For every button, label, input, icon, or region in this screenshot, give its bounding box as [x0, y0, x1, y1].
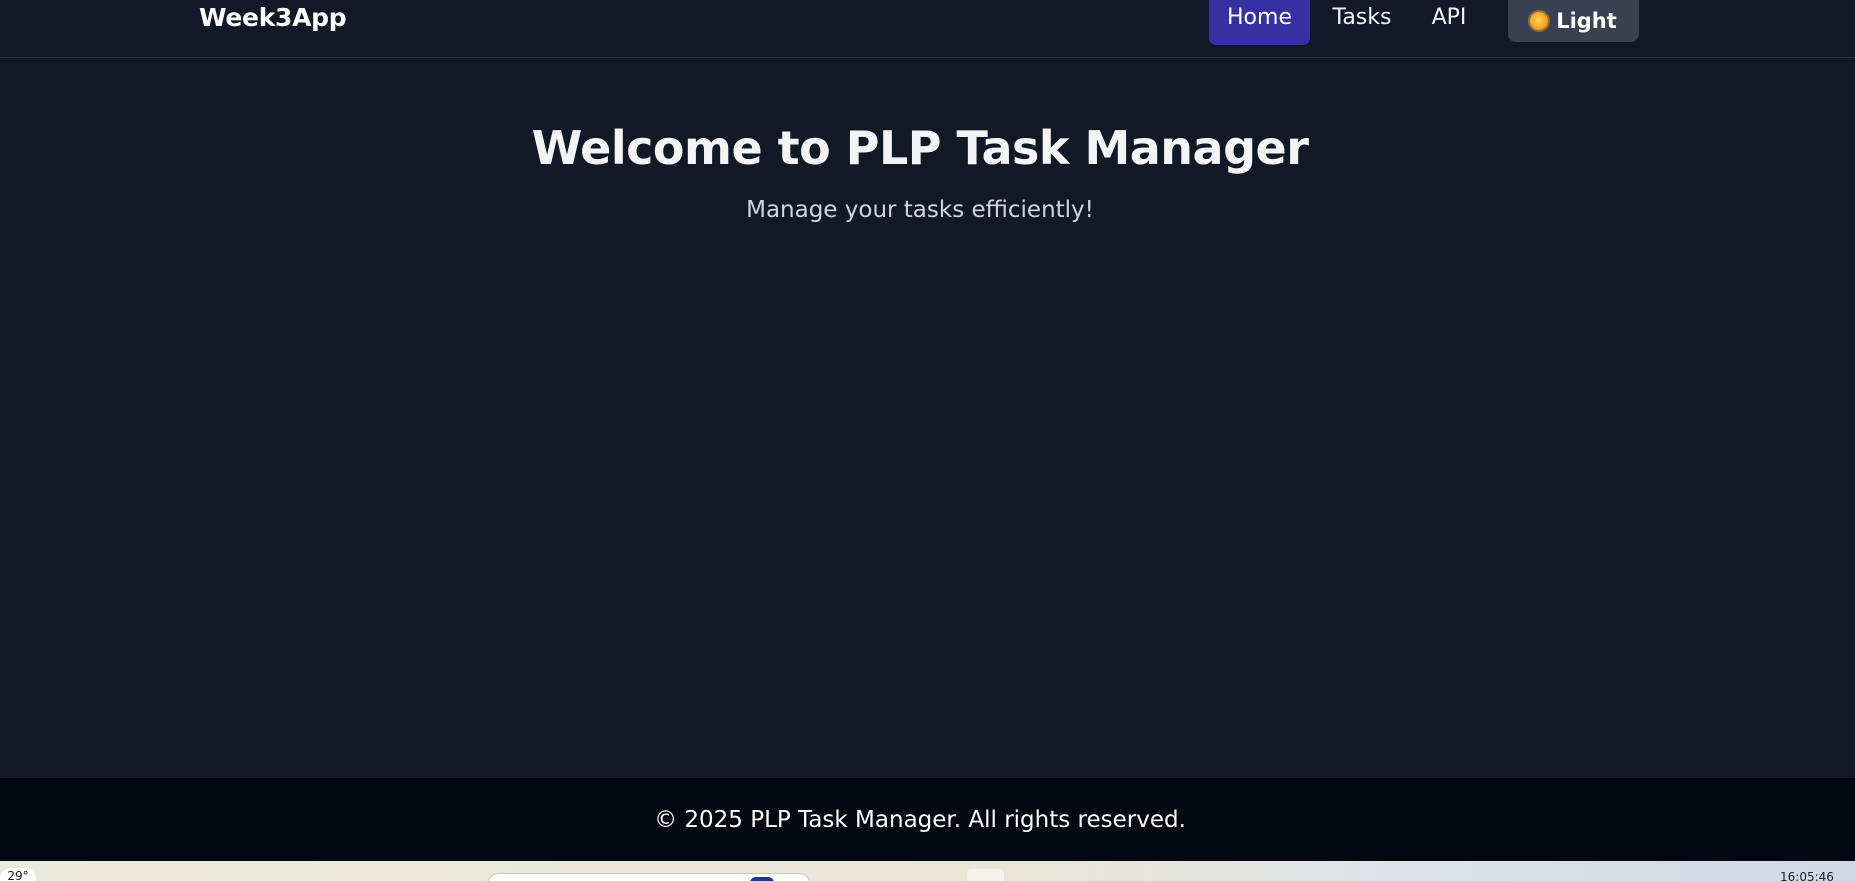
- theme-toggle-label: Light: [1556, 9, 1617, 33]
- nav-link-home[interactable]: Home: [1209, 0, 1310, 45]
- nav-link-tasks[interactable]: Tasks: [1330, 0, 1394, 45]
- page-subtitle: Manage your tasks efficiently!: [746, 197, 1094, 223]
- nav-link-api[interactable]: API: [1424, 0, 1474, 45]
- footer-copyright: © 2025 PLP Task Manager. All rights rese…: [654, 807, 1186, 833]
- brand-logo-link[interactable]: Week3App: [199, 2, 347, 34]
- taskbar-clock: 16:05:46: [1780, 870, 1834, 881]
- footer: © 2025 PLP Task Manager. All rights rese…: [0, 778, 1855, 861]
- taskbar-pinned-icon[interactable]: [967, 869, 1004, 881]
- page-title: Welcome to PLP Task Manager: [531, 121, 1309, 175]
- taskbar-app-icon[interactable]: [750, 877, 774, 881]
- app-page: Week3App Home Tasks API Light Welcome to…: [0, 0, 1855, 881]
- sun-icon: [1530, 12, 1549, 30]
- navbar: Week3App Home Tasks API Light: [0, 0, 1855, 58]
- weather-widget[interactable]: 29°: [0, 868, 36, 881]
- theme-toggle-button[interactable]: Light: [1508, 0, 1639, 42]
- os-taskbar: 29° 16:05:46: [0, 861, 1855, 881]
